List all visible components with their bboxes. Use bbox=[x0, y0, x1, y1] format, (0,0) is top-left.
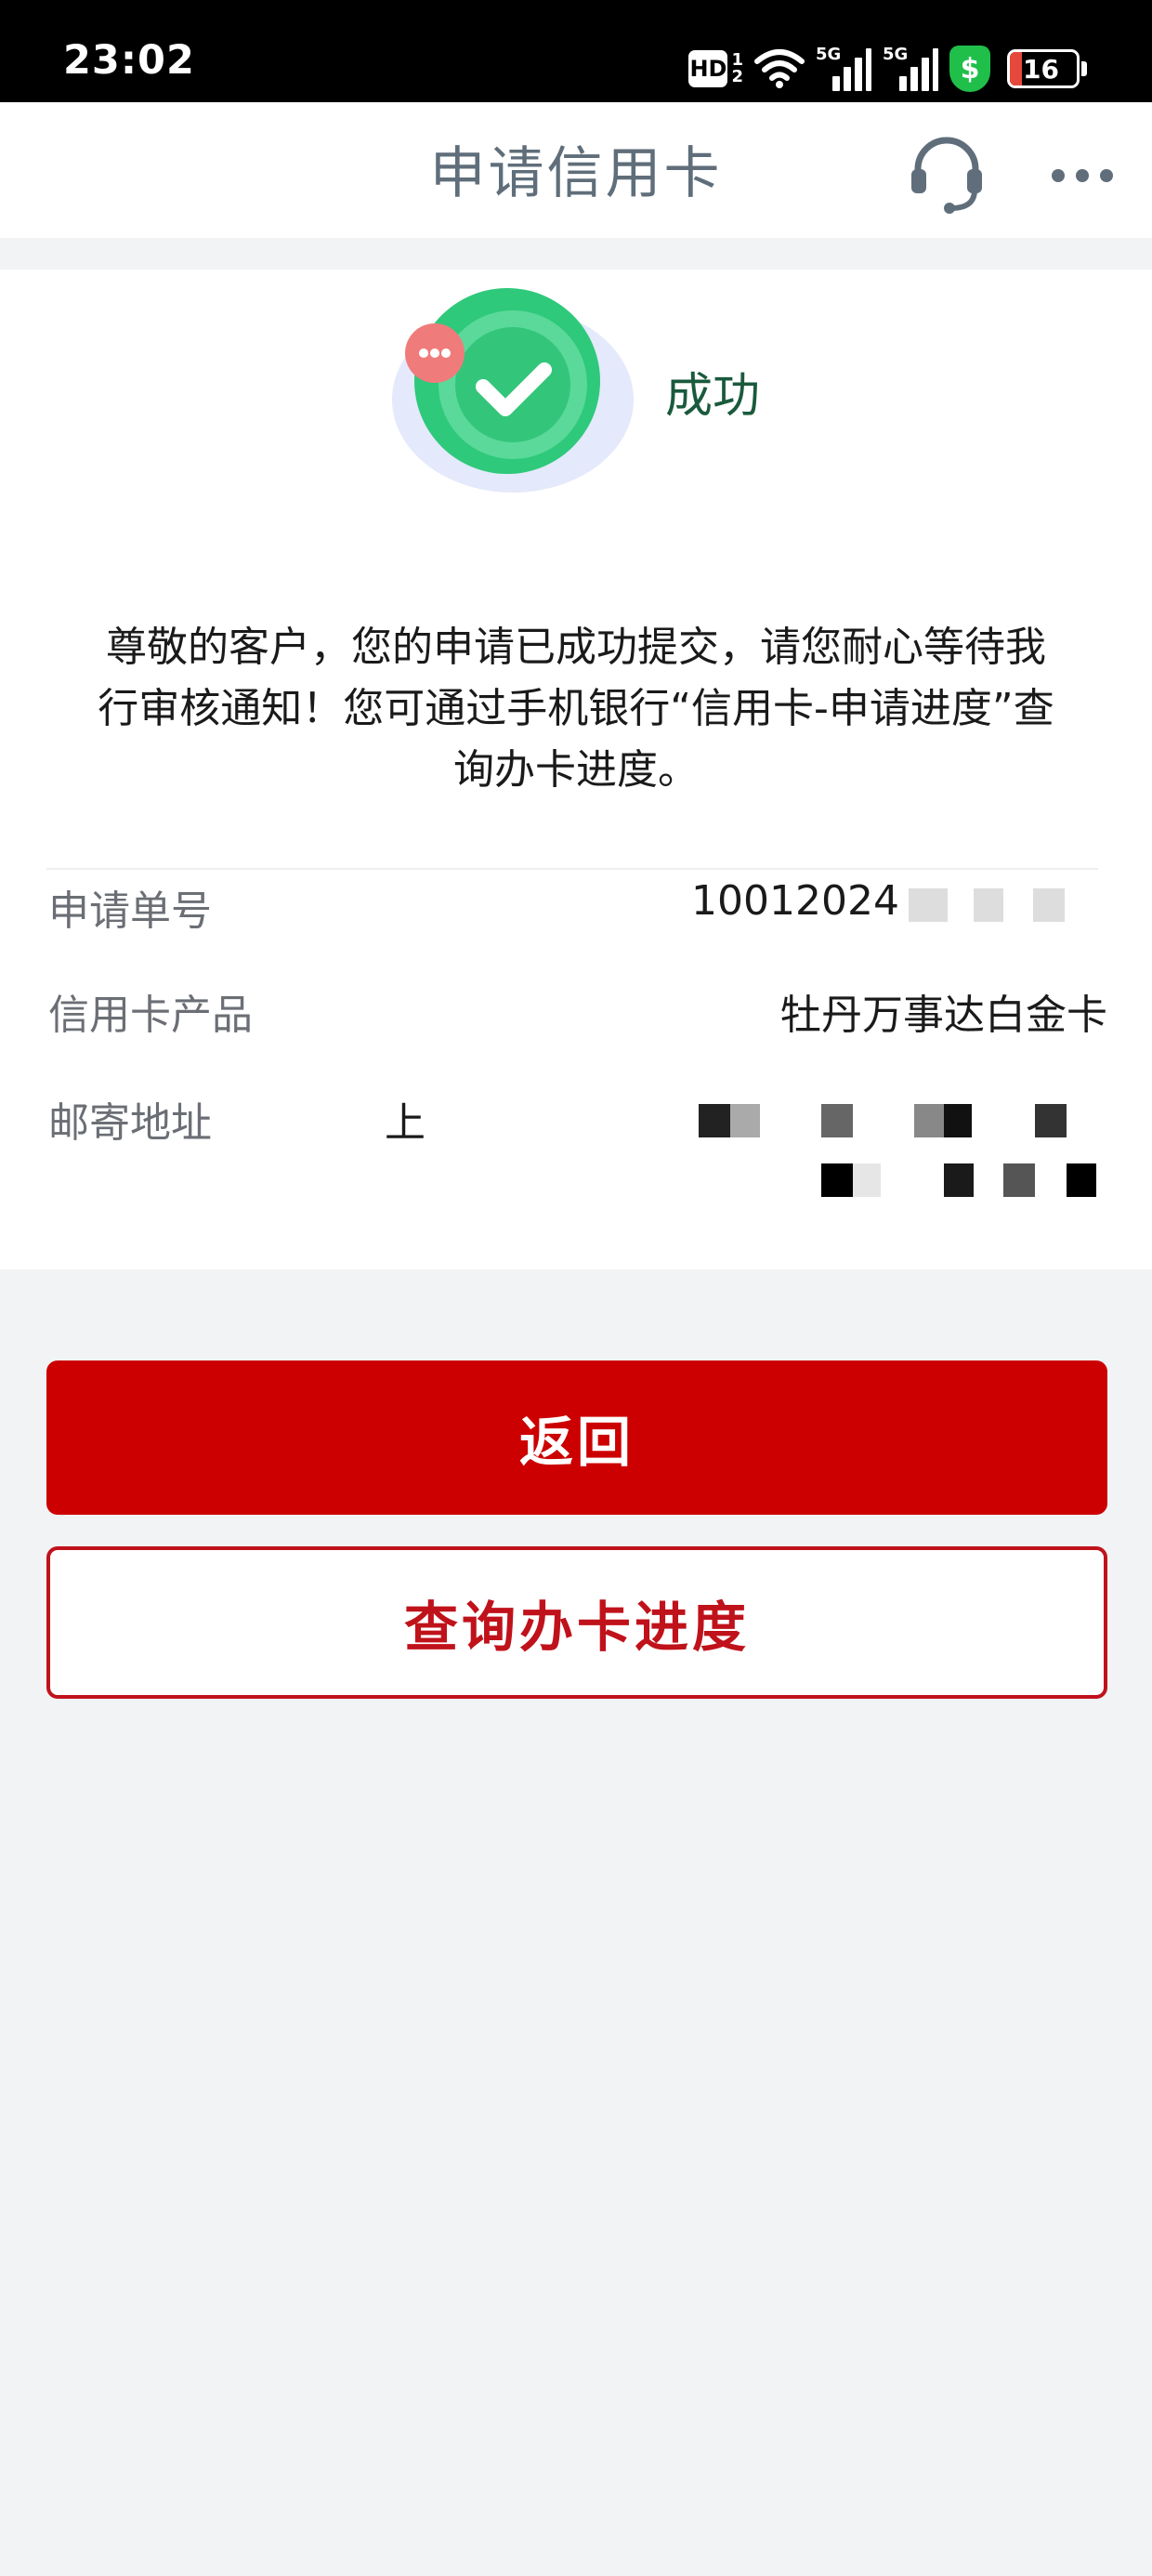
hd-sim-indicator: 12 bbox=[731, 50, 743, 86]
success-message: 尊敬的客户，您的申请已成功提交，请您耐心等待我行审核通知！您可通过手机银行“信用… bbox=[98, 624, 1054, 794]
redaction-mosaic bbox=[821, 1104, 853, 1137]
battery-level: 16 bbox=[1023, 53, 1059, 85]
redaction-mosaic bbox=[1067, 1163, 1096, 1197]
application-no-label: 申请单号 bbox=[48, 887, 212, 935]
success-status-label: 成功 bbox=[665, 369, 761, 424]
redaction-mosaic bbox=[944, 1163, 974, 1197]
network-type-2: 5G bbox=[883, 45, 909, 64]
redaction-mosaic bbox=[914, 1104, 944, 1137]
status-time: 23:02 bbox=[63, 37, 195, 84]
nav-bar: 申请信用卡 bbox=[0, 102, 1152, 238]
network-type-1: 5G bbox=[816, 45, 842, 64]
signal-5g-icon-2: 5G bbox=[883, 45, 938, 91]
battery-cap bbox=[1081, 61, 1087, 76]
product-value: 牡丹万事达白金卡 bbox=[780, 992, 1107, 1039]
redaction-mosaic bbox=[1033, 888, 1065, 922]
address-label: 邮寄地址 bbox=[48, 1099, 212, 1147]
redaction-mosaic bbox=[1035, 1104, 1067, 1137]
divider bbox=[46, 868, 1098, 870]
back-button[interactable]: 返回 bbox=[46, 1360, 1107, 1515]
status-icons: HD 12 5G 5G $ 16 bbox=[688, 43, 1087, 95]
application-no-value: 10012024 bbox=[691, 877, 899, 925]
address-value: 上 bbox=[385, 1099, 425, 1147]
redaction-mosaic bbox=[1003, 1163, 1035, 1197]
more-icon[interactable] bbox=[1052, 169, 1113, 182]
headset-icon[interactable] bbox=[909, 132, 985, 216]
hd-icon: HD bbox=[688, 50, 728, 87]
signal-5g-icon-1: 5G bbox=[816, 45, 871, 91]
wifi-icon bbox=[754, 49, 805, 88]
battery-icon: 16 bbox=[1007, 49, 1080, 88]
redaction-mosaic bbox=[821, 1163, 853, 1197]
redaction-mosaic bbox=[944, 1104, 972, 1137]
redaction-mosaic bbox=[974, 888, 1003, 922]
redaction-mosaic bbox=[853, 1163, 881, 1197]
product-label: 信用卡产品 bbox=[48, 992, 253, 1039]
redaction-mosaic bbox=[699, 1104, 730, 1137]
security-shield-icon: $ bbox=[949, 46, 990, 92]
query-progress-button[interactable]: 查询办卡进度 bbox=[46, 1546, 1107, 1699]
success-check-icon bbox=[392, 288, 634, 493]
redaction-mosaic bbox=[909, 888, 948, 922]
status-bar: 23:02 HD 12 5G 5G $ 16 bbox=[0, 0, 1152, 102]
redaction-mosaic bbox=[730, 1104, 760, 1137]
